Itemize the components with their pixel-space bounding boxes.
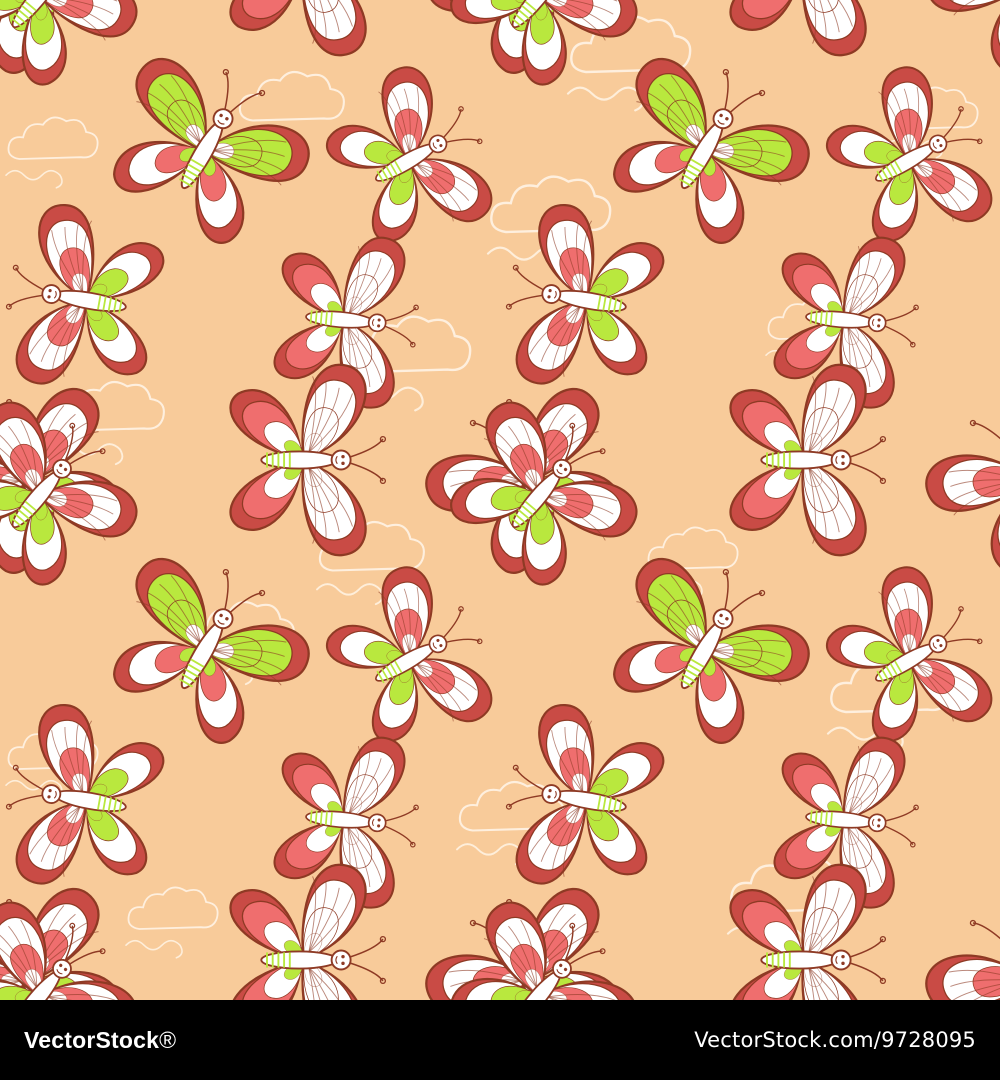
watermark-bar: VectorStock® VectorStock.com/9728095: [0, 1000, 1000, 1080]
butterfly-pattern-canvas: [0, 0, 1000, 1000]
watermark-stock-id: VectorStock.com/9728095: [694, 1028, 976, 1052]
watermark-brand: VectorStock®: [24, 1027, 176, 1054]
registered-mark: ®: [159, 1026, 177, 1053]
watermark-brand-name: VectorStock: [24, 1026, 160, 1053]
butterfly-pattern: [0, 0, 1000, 1000]
